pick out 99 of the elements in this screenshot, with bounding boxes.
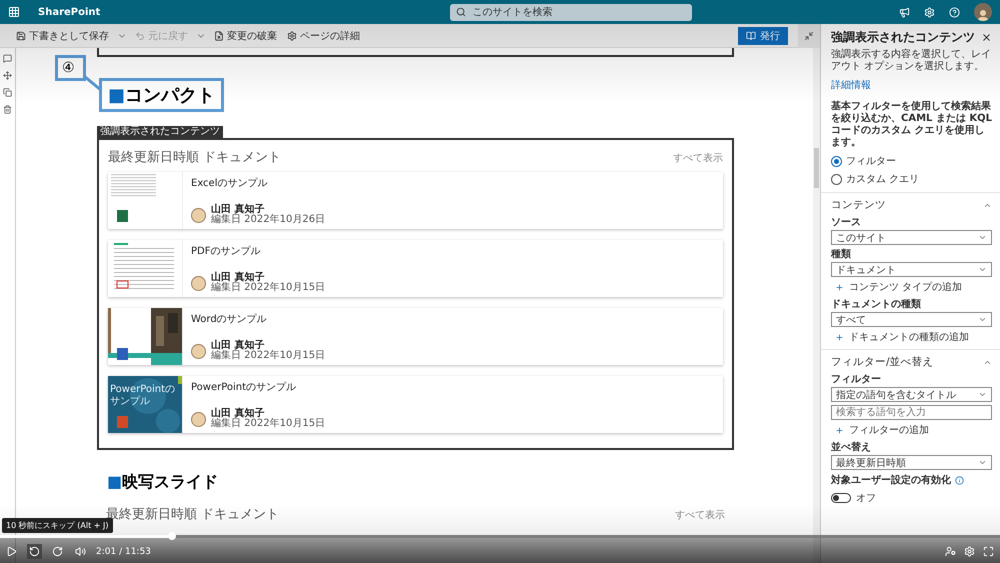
command-button[interactable]: 変更の破棄 xyxy=(212,28,279,42)
field-label: フィルター xyxy=(831,373,882,386)
document-title: Wordのサンプル xyxy=(191,312,268,326)
help-icon[interactable] xyxy=(949,6,960,18)
field-label: 並べ替え xyxy=(831,440,872,454)
command-button[interactable]: 下書きとして保存 xyxy=(14,28,111,42)
tooltip: 10 秒前にスキップ (Alt + J) xyxy=(2,518,112,533)
skip-back-button[interactable] xyxy=(27,544,42,559)
field-label: 種類 xyxy=(831,248,852,261)
save-icon xyxy=(16,30,26,40)
document-title: Excelのサンプル xyxy=(191,176,268,190)
chevron-down-icon xyxy=(978,233,987,242)
dropdown[interactable]: ドキュメント xyxy=(831,262,992,277)
web-part-tag: 強調表示されたコンテンツ xyxy=(97,126,223,138)
avatar[interactable] xyxy=(974,3,992,21)
edited-date: 編集日 2022年10月15日 xyxy=(211,351,326,361)
document-title: PDFのサンプル xyxy=(191,244,262,258)
collapse-button[interactable] xyxy=(798,24,820,48)
field-label: ドキュメントの種類 xyxy=(831,298,922,311)
publish-button[interactable]: 発行 xyxy=(738,26,788,44)
field-label: 対象ユーザー設定の有効化 xyxy=(831,473,951,487)
skip-forward-button[interactable] xyxy=(50,544,65,559)
document-card[interactable]: PowerPointのサンプル PowerPointのサンプル 山田 真知子 編集日 2022年10月15日 xyxy=(108,376,723,433)
see-all-link[interactable]: すべて表示 xyxy=(675,508,725,522)
close-icon[interactable] xyxy=(981,32,992,43)
document-drawing xyxy=(114,243,174,289)
slide-title: PowerPointのサンプル xyxy=(110,384,176,408)
web-part-title: 最終更新日時順 ドキュメント xyxy=(108,149,282,166)
undo-icon xyxy=(135,30,145,40)
author-name: 山田 真知子 xyxy=(211,273,264,283)
progress-track[interactable] xyxy=(0,535,1000,538)
edited-date: 編集日 2022年10月15日 xyxy=(211,283,326,293)
toggle-switch[interactable] xyxy=(831,493,851,503)
pane-title: 強調表示されたコンテンツ xyxy=(831,29,975,46)
chevron-down-icon xyxy=(978,390,987,399)
radio-label: フィルター xyxy=(846,155,896,168)
author-avatar xyxy=(191,208,206,222)
input-field[interactable]: 検索する語句を入力 xyxy=(831,405,992,420)
dropdown[interactable]: 指定の語句を含むタイトル xyxy=(831,387,992,402)
author-name: 山田 真知子 xyxy=(211,341,264,351)
see-all-link[interactable]: すべて表示 xyxy=(673,151,723,165)
dropdown[interactable]: 最終更新日時順 xyxy=(831,455,992,470)
person-gear-icon[interactable] xyxy=(945,546,956,557)
document-card[interactable]: PDFのサンプル 山田 真知子 編集日 2022年10月15日 xyxy=(108,240,723,297)
learn-more-link[interactable]: 詳細情報 xyxy=(831,78,992,92)
chevron-down-icon xyxy=(978,265,987,274)
trash-icon[interactable] xyxy=(3,105,12,114)
section-heading: ■映写スライド xyxy=(107,472,220,493)
radio-button[interactable] xyxy=(831,156,842,166)
filter-description: 基本フィルターを使用して検索結果を絞り込むか、CAML または KQL コードのカスタム クエリを使用します。 xyxy=(831,101,992,149)
field-label: ソース xyxy=(831,216,862,229)
step-number: ④ xyxy=(55,55,86,81)
dropdown[interactable]: このサイト xyxy=(831,230,992,245)
chevron-down-icon xyxy=(978,458,987,467)
progress-thumb[interactable] xyxy=(168,532,176,540)
radio-label: カスタム クエリ xyxy=(846,173,920,186)
section-title: フィルター/並べ替え xyxy=(831,355,934,369)
fullscreen-icon[interactable] xyxy=(983,546,994,557)
edited-date: 編集日 2022年10月26日 xyxy=(211,215,326,225)
author-avatar xyxy=(191,412,206,426)
move-icon[interactable] xyxy=(3,71,12,80)
document-title: PowerPointのサンプル xyxy=(191,380,298,394)
plus-icon xyxy=(835,282,844,292)
radio-button[interactable] xyxy=(831,174,842,184)
command-button[interactable]: ページの詳細 xyxy=(285,28,362,42)
settings-icon[interactable] xyxy=(924,6,935,18)
plus-icon xyxy=(835,426,844,434)
info-icon xyxy=(955,476,964,484)
plus-icon xyxy=(835,332,844,342)
author-avatar xyxy=(191,344,206,358)
author-avatar xyxy=(191,276,206,290)
document-x-icon xyxy=(214,30,224,40)
playback-time: 2:01 / 11:53 xyxy=(96,546,151,556)
edited-date: 編集日 2022年10月15日 xyxy=(211,419,326,429)
add-link[interactable]: コンテンツ タイプの追加 xyxy=(831,277,992,295)
section-title: コンテンツ xyxy=(831,198,886,212)
copy-icon[interactable] xyxy=(3,88,12,97)
document-card[interactable]: Wordのサンプル 山田 真知子 編集日 2022年10月15日 xyxy=(108,308,723,365)
toggle-state: オフ xyxy=(856,492,876,505)
spreadsheet-drawing xyxy=(111,174,157,222)
document-card[interactable]: Excelのサンプル 山田 真知子 編集日 2022年10月26日 xyxy=(108,172,723,229)
add-link[interactable]: ドキュメントの種類の追加 xyxy=(831,327,992,345)
settings-icon[interactable] xyxy=(964,546,975,557)
section-heading: ■コンパクト xyxy=(99,78,224,112)
pane-description: 強調表示する内容を選択して、レイアウト オプションを選択します。 xyxy=(831,49,992,73)
add-link[interactable]: フィルターの追加 xyxy=(831,420,992,438)
collapse-icon xyxy=(804,30,814,40)
megaphone-icon[interactable] xyxy=(899,6,910,18)
chevron-down-icon xyxy=(978,315,987,324)
dropdown[interactable]: すべて xyxy=(831,312,992,327)
gear-icon xyxy=(287,30,297,40)
author-name: 山田 真知子 xyxy=(211,205,264,215)
search-field[interactable]: このサイトを検索 xyxy=(450,4,692,20)
comment-icon[interactable] xyxy=(3,54,12,63)
search-icon xyxy=(456,7,466,17)
app-launcher-icon[interactable] xyxy=(8,6,20,18)
app-name: SharePoint xyxy=(38,6,100,18)
author-name: 山田 真知子 xyxy=(211,409,264,419)
book-icon xyxy=(746,30,756,40)
